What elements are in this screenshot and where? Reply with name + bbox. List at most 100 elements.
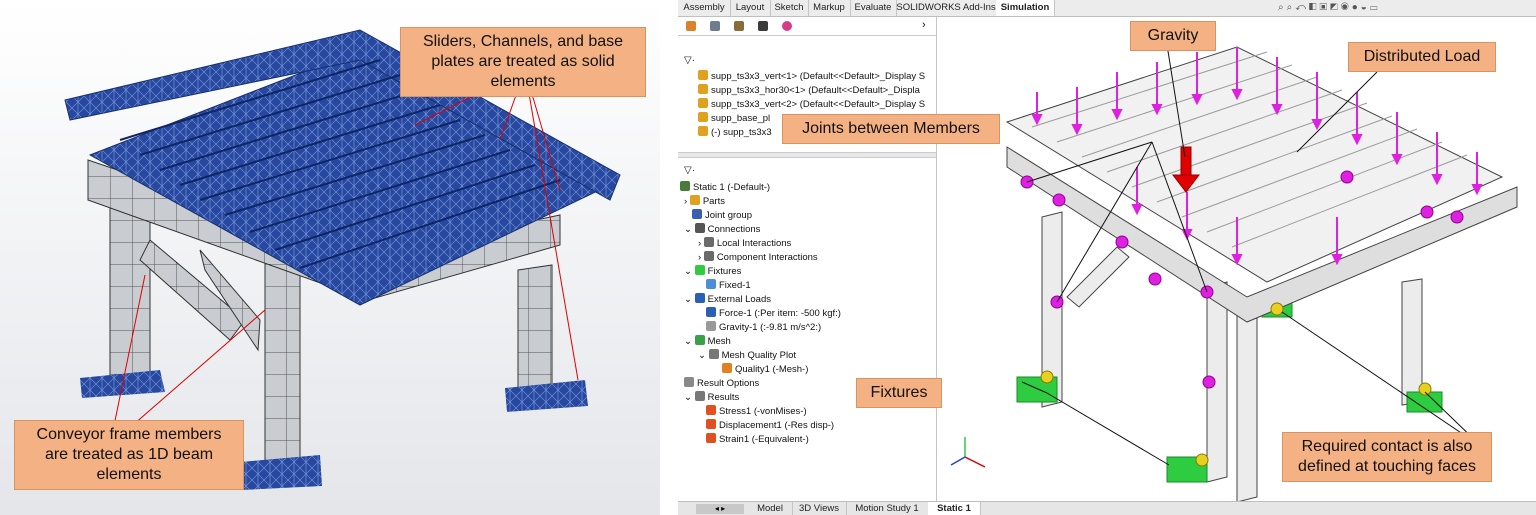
study-icon [680,181,690,191]
tree-item-external-loads[interactable]: ⌄ External Loads [684,293,771,307]
tab-3d-views[interactable]: 3D Views [792,502,847,515]
tab-assembly[interactable]: Assembly [678,0,731,16]
tab-motion-study-1[interactable]: Motion Study 1 [846,502,929,515]
tree-item-gravity1[interactable]: Gravity-1 (:-9.81 m/s^2:) [706,321,821,335]
configuration-manager-icon[interactable] [734,21,744,31]
solid-elements-callout: Sliders, Channels, and base plates are t… [400,27,646,97]
collapse-arrow-icon[interactable]: › [698,252,704,263]
plot-icon [706,419,716,429]
graphics-area[interactable] [937,17,1535,502]
expand-arrow-icon[interactable]: ⌄ [684,392,695,403]
tree-item-strain1[interactable]: Strain1 (-Equivalent-) [706,433,809,447]
manager-tab-bar: › [678,17,936,36]
tab-model[interactable]: Model [748,502,793,515]
plot-icon [722,363,732,373]
view-toolbar[interactable]: ⌕⌕↶◧▣◩◉●◒▭ [1278,2,1488,14]
tab-markup[interactable]: Markup [808,0,851,16]
monitor-icon[interactable]: ▭ [1370,2,1381,13]
gravity-icon [706,321,716,331]
tab-scroll-arrows[interactable]: ◂ ▸ [696,504,744,514]
tree-item-study[interactable]: Static 1 (-Default-) [680,181,770,195]
section-view-icon[interactable]: ◧ [1309,2,1320,13]
solidworks-window: Assembly Layout Sketch Markup Evaluate S… [678,0,1536,515]
tree-item-joint-group[interactable]: Joint group [692,209,752,223]
tree-item-displacement1[interactable]: Displacement1 (-Res disp-) [706,419,834,433]
tab-simulation[interactable]: Simulation [996,0,1055,16]
scene-icon[interactable]: ◒ [1361,2,1370,13]
tree-item-fixtures[interactable]: ⌄ Fixtures [684,265,741,279]
tab-layout[interactable]: Layout [730,0,771,16]
view-orientation-icon[interactable]: ▣ [1320,2,1331,13]
previous-view-icon[interactable]: ↶ [1295,2,1309,13]
feature-manager-icon[interactable] [686,21,696,31]
tree-item-quality1[interactable]: Quality1 (-Mesh-) [722,363,808,377]
part-icon [698,98,708,108]
display-manager-icon[interactable] [782,21,792,31]
tree-item[interactable]: supp_ts3x3_vert<1> (Default<<Default>_Di… [698,70,925,84]
zoom-fit-icon[interactable]: ⌕ [1278,2,1287,13]
feature-manager-panel: › ▽· supp_ts3x3_vert<1> (Default<<Defaul… [678,17,937,503]
fixtures-icon [694,265,705,275]
panel-gap [660,0,678,515]
part-icon [698,112,708,122]
plot-icon [706,405,716,415]
joint-group-icon [692,209,702,219]
parts-icon [689,195,700,205]
zoom-area-icon[interactable]: ⌕ [1287,2,1296,13]
mesh-view-panel: Sliders, Channels, and base plates are t… [0,0,660,515]
results-folder-icon [694,391,705,401]
plot-icon [706,433,716,443]
tab-evaluate[interactable]: Evaluate [850,0,897,16]
collapse-arrow-icon[interactable]: › [684,196,690,207]
top-filter-icon[interactable]: ▽· [684,55,695,66]
expand-arrow-icon[interactable]: ⌄ [698,350,709,361]
panel-splitter[interactable] [678,152,936,158]
distributed-load-callout: Distributed Load [1348,42,1496,72]
tree-item[interactable]: supp_base_pl [698,112,770,126]
tree-item-force1[interactable]: Force-1 (:Per item: -500 kgf:) [706,307,841,321]
tree-item[interactable]: supp_ts3x3_hor30<1> (Default<<Default>_D… [698,84,920,98]
command-manager-tabs: Assembly Layout Sketch Markup Evaluate S… [678,0,1536,17]
expand-arrow-icon[interactable]: ⌄ [684,224,695,235]
part-icon [698,84,708,94]
part-icon [698,126,708,136]
dimxpert-icon[interactable] [758,21,768,31]
hide-show-icon[interactable]: ◉ [1341,2,1352,13]
display-style-icon[interactable]: ◩ [1330,2,1341,13]
tab-solidworks-addins[interactable]: SOLIDWORKS Add-Ins [896,0,997,16]
tree-item-local-interactions[interactable]: › Local Interactions [698,237,791,251]
sim-filter-icon[interactable]: ▽· [684,165,695,176]
plot-folder-icon [708,349,719,359]
force-arrow-icon [706,307,716,317]
collapse-arrow-icon[interactable]: › [698,238,704,249]
tree-item-results[interactable]: ⌄ Results [684,391,739,405]
expand-arrow-icon[interactable]: ⌄ [684,266,695,277]
tree-item-stress1[interactable]: Stress1 (-vonMises-) [706,405,807,419]
tree-item-component-interactions[interactable]: › Component Interactions [698,251,818,265]
tree-item-mesh-quality-plot[interactable]: ⌄ Mesh Quality Plot [698,349,796,363]
tab-static-1[interactable]: Static 1 [928,502,981,515]
fixtures-callout: Fixtures [856,378,942,408]
beam-elements-callout: Conveyor frame members are treated as 1D… [14,420,244,490]
expand-arrow-icon[interactable]: ⌄ [684,336,695,347]
tree-item[interactable]: supp_ts3x3_vert<2> (Default<<Default>_Di… [698,98,925,112]
result-options-icon [684,377,694,387]
appearance-icon[interactable]: ● [1352,2,1361,13]
tree-item-parts[interactable]: › Parts [684,195,725,209]
property-manager-icon[interactable] [710,21,720,31]
tree-item-fixed1[interactable]: Fixed-1 [706,279,751,293]
mesh-icon [694,335,705,345]
expand-chevron-icon[interactable]: › [922,19,926,31]
part-icon [698,70,708,80]
tree-item-mesh[interactable]: ⌄ Mesh [684,335,731,349]
loads-icon [694,293,705,303]
fixed-geometry-icon [706,279,716,289]
tab-sketch[interactable]: Sketch [770,0,809,16]
tree-item-result-options[interactable]: Result Options [684,377,759,391]
interaction-icon [703,251,714,261]
contact-callout: Required contact is also defined at touc… [1282,432,1492,482]
model-tabs-bar: ◂ ▸ Model 3D Views Motion Study 1 Static… [678,501,1536,515]
expand-arrow-icon[interactable]: ⌄ [684,294,695,305]
tree-item-connections[interactable]: ⌄ Connections [684,223,760,237]
tree-item[interactable]: (-) supp_ts3x3 [698,126,772,140]
